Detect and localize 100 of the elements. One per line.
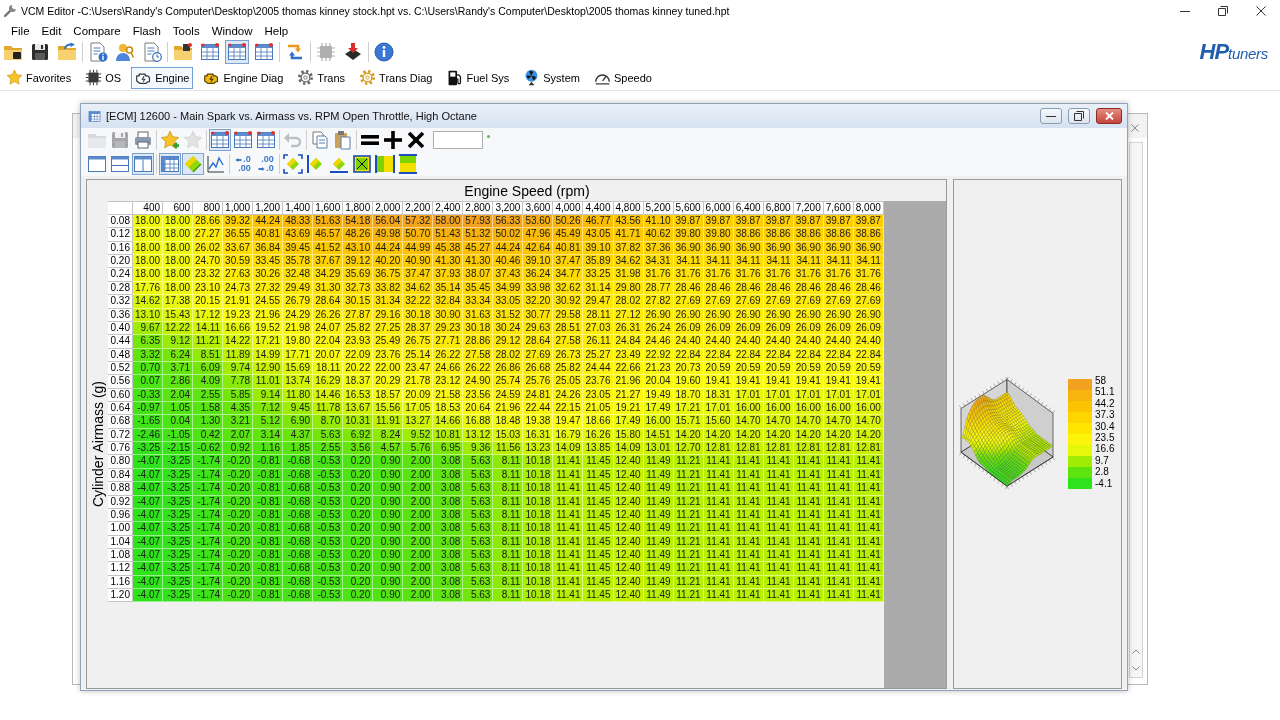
- toolbar-button[interactable]: .00 .0: [255, 153, 277, 175]
- toolbar-button[interactable]: [351, 153, 373, 175]
- table-cell: -0.81: [253, 455, 284, 469]
- table-cell: 16.00: [823, 402, 854, 416]
- table-cell: 36.55: [223, 228, 254, 242]
- menu-item[interactable]: Flash: [126, 24, 167, 37]
- table-cell: 6.95: [433, 442, 464, 456]
- table-cell: 39.87: [703, 215, 734, 229]
- category-tab[interactable]: Trans: [293, 66, 350, 89]
- table-cell: 47.96: [523, 228, 554, 242]
- table-cell: 32.22: [403, 295, 434, 309]
- table-cell: 35.69: [343, 268, 374, 282]
- table-cell: 21.78: [403, 375, 434, 389]
- menu-item[interactable]: Tools: [166, 24, 206, 37]
- table-cell: 49.98: [373, 228, 404, 242]
- toolbar-button[interactable]: [382, 129, 404, 151]
- table-cell: 11.21: [673, 562, 704, 576]
- table-cell: 39.87: [793, 215, 824, 229]
- table-cell: 37.47: [553, 255, 584, 269]
- table-cell: 0.90: [373, 562, 404, 576]
- table-cell: 27.69: [733, 295, 764, 309]
- table-cell: 0.90: [373, 589, 404, 603]
- category-tab[interactable]: Trans Diag: [355, 66, 437, 89]
- value-field[interactable]: [433, 131, 483, 149]
- category-tab[interactable]: Engine Diag: [199, 66, 288, 89]
- category-tab[interactable]: OS: [81, 66, 126, 89]
- table-cell: -0.20: [223, 482, 254, 496]
- table-cell: 19.80: [283, 335, 314, 349]
- category-tab[interactable]: Engine: [131, 66, 194, 89]
- table-cell: 11.41: [853, 455, 884, 469]
- table-cell: 31.76: [703, 268, 734, 282]
- table-cell: 9.12: [163, 335, 194, 349]
- table-cell: 24.46: [643, 335, 674, 349]
- table-cell: 8.11: [493, 562, 524, 576]
- table-cell: 18.00: [163, 215, 194, 229]
- table-cell: 39.12: [343, 255, 374, 269]
- table-cell: -3.25: [163, 455, 194, 469]
- table-cell: 10.18: [523, 482, 554, 496]
- table-cell: 2.00: [403, 455, 434, 469]
- toolbar-button[interactable]: .0 .00: [232, 153, 254, 175]
- column-header: 2,000: [373, 202, 404, 215]
- table-cell: 8.11: [493, 589, 524, 603]
- table-cell: 17.05: [403, 402, 434, 416]
- table-cell: 20.04: [643, 375, 674, 389]
- document-clock-icon: [142, 42, 162, 62]
- table-cell: 11.49: [643, 562, 674, 576]
- row-header: 0.08: [108, 215, 133, 229]
- table-cell: 24.40: [823, 335, 854, 349]
- table-cell: 15.71: [673, 415, 704, 429]
- table-cell: -0.97: [133, 402, 164, 416]
- table-cell: 0.90: [373, 455, 404, 469]
- menu-item[interactable]: Edit: [35, 24, 68, 37]
- toolbar-button[interactable]: [397, 153, 419, 175]
- table-cell: 39.10: [523, 255, 554, 269]
- table-cell: 40.90: [403, 255, 434, 269]
- menu-item[interactable]: Help: [258, 24, 295, 37]
- table-cell: 21.05: [583, 402, 614, 416]
- toolbar-button[interactable]: [374, 153, 396, 175]
- table-cell: -0.20: [223, 455, 254, 469]
- table-cell: -0.53: [313, 482, 344, 496]
- table-cell: 38.86: [733, 228, 764, 242]
- table-cell: 14.70: [733, 415, 764, 429]
- column-header: 6,800: [763, 202, 794, 215]
- axis-title: Cylinder Airmass (g): [89, 381, 106, 508]
- table-cell: 27.69: [703, 295, 734, 309]
- table-cell: 57.93: [463, 215, 494, 229]
- table-cell: 43.69: [283, 228, 314, 242]
- table-cell: 46.77: [583, 215, 614, 229]
- maximize-button[interactable]: [1068, 108, 1090, 124]
- table-cell: 30.26: [253, 268, 284, 282]
- table-cell: 4.35: [223, 402, 254, 416]
- column-header: 4,800: [613, 202, 644, 215]
- minimize-button[interactable]: [1040, 108, 1062, 124]
- table-cell: 25.74: [493, 375, 524, 389]
- close-button[interactable]: [1096, 108, 1122, 124]
- table-cell: 18.66: [583, 415, 614, 429]
- table-cell: 12.81: [733, 442, 764, 456]
- column-header: 600: [163, 202, 194, 215]
- category-tab[interactable]: Speedo: [589, 66, 656, 89]
- table-cell: 12.40: [613, 562, 644, 576]
- table-cell: 13.74: [283, 375, 314, 389]
- table-cell: 11.45: [583, 589, 614, 603]
- table-cell: 14.70: [793, 415, 824, 429]
- table-cell: 11.41: [853, 589, 884, 603]
- table-cell: -4.07: [133, 562, 164, 576]
- scrollbar[interactable]: [1129, 142, 1143, 678]
- table-cell: -1.65: [133, 415, 164, 429]
- table-cell: 33.34: [463, 295, 494, 309]
- menu-item[interactable]: Window: [205, 24, 259, 37]
- category-tab[interactable]: Favorites: [2, 66, 76, 89]
- scale-label: 23.5: [1095, 432, 1115, 444]
- toolbar-button[interactable]: [405, 129, 427, 151]
- table-icon: [254, 42, 274, 62]
- category-tab[interactable]: System: [519, 66, 584, 89]
- table-cell: 25.05: [553, 375, 584, 389]
- table-cell: 11.41: [793, 482, 824, 496]
- menu-item[interactable]: Compare: [67, 24, 127, 37]
- menu-item[interactable]: File: [5, 24, 36, 37]
- table-cell: 25.49: [373, 335, 404, 349]
- category-tab[interactable]: Fuel Sys: [442, 66, 514, 89]
